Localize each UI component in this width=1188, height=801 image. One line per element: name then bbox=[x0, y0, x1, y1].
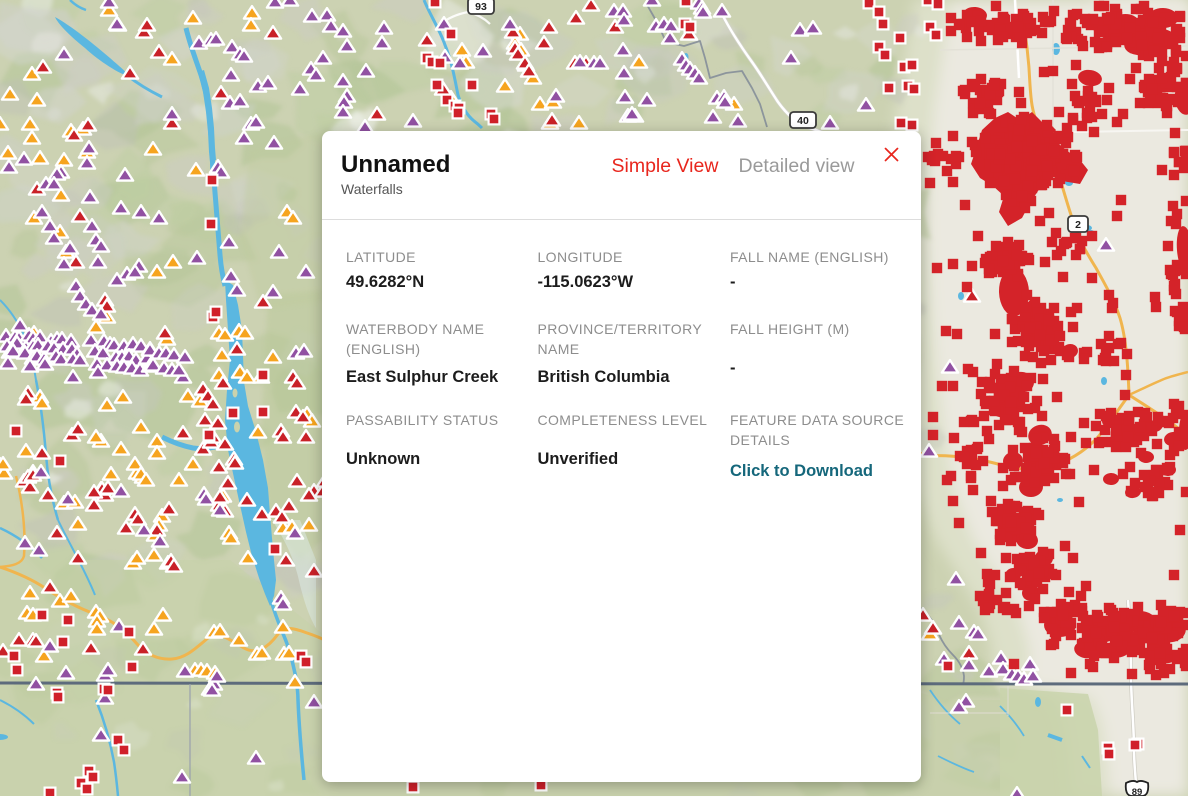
svg-text:93: 93 bbox=[475, 1, 487, 13]
svg-text:89: 89 bbox=[1132, 787, 1143, 796]
svg-text:2: 2 bbox=[1075, 219, 1081, 231]
svg-text:40: 40 bbox=[797, 115, 809, 127]
